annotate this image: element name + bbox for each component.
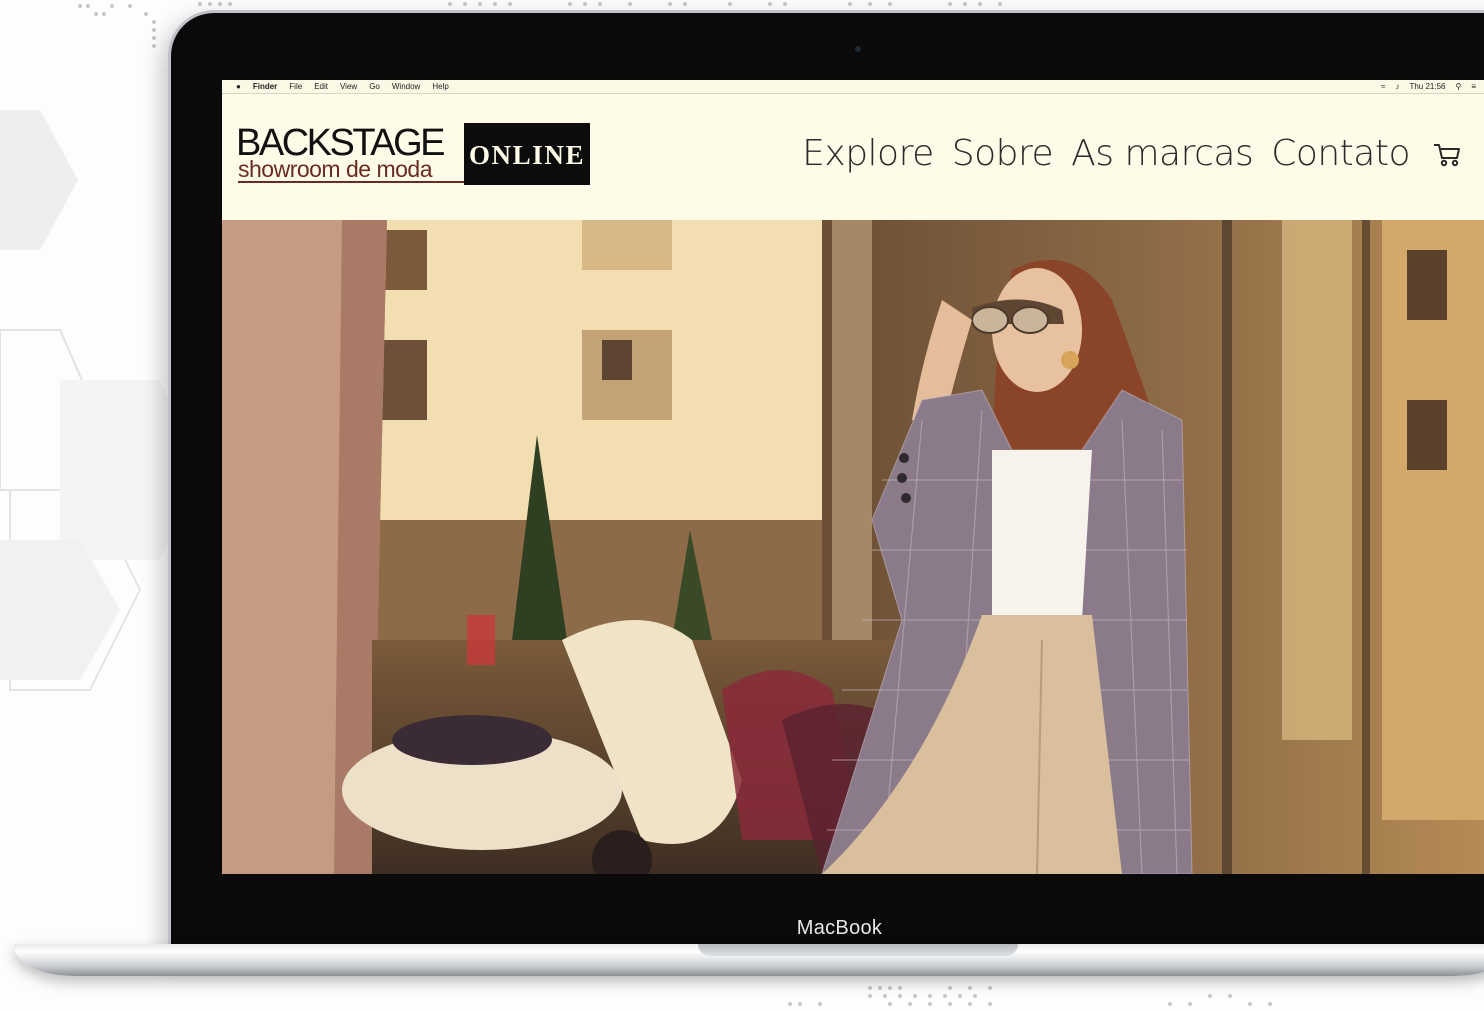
spotlight-search-icon[interactable]: ⚲ xyxy=(1455,82,1461,91)
laptop-opening-notch xyxy=(698,944,1018,956)
shopping-cart-icon[interactable] xyxy=(1432,139,1462,169)
camera-icon xyxy=(855,46,861,52)
logo-badge: ONLINE xyxy=(464,123,590,185)
nav-item-contato[interactable]: Contato xyxy=(1271,133,1410,174)
laptop-screen: ● Finder File Edit View Go Window Help ≈… xyxy=(222,80,1484,874)
volume-icon[interactable]: ♪ xyxy=(1395,82,1399,91)
nav-item-sobre[interactable]: Sobre xyxy=(952,133,1054,174)
menu-help[interactable]: Help xyxy=(432,82,448,91)
os-menubar: ● Finder File Edit View Go Window Help ≈… xyxy=(222,80,1484,94)
menu-view[interactable]: View xyxy=(340,82,357,91)
menu-go[interactable]: Go xyxy=(369,82,380,91)
hero-banner xyxy=(222,220,1484,874)
nav-item-explore[interactable]: Explore xyxy=(802,133,934,174)
nav-item-as-marcas[interactable]: As marcas xyxy=(1071,133,1254,174)
main-nav: Explore Sobre As marcas Contato xyxy=(802,133,1462,174)
menu-file[interactable]: File xyxy=(289,82,302,91)
menu-list-icon[interactable]: ≡ xyxy=(1471,82,1476,91)
menu-edit[interactable]: Edit xyxy=(314,82,328,91)
apple-icon[interactable]: ● xyxy=(236,82,241,91)
logo-underline xyxy=(238,181,464,183)
hero-image xyxy=(222,220,1484,874)
marketing-scene: MacBook ● Finder File Edit View Go Windo… xyxy=(0,0,1484,1010)
dot-pattern-bottom xyxy=(788,986,1272,1006)
site-header: BACKSTAGE showroom de moda ONLINE Explor… xyxy=(222,95,1484,219)
device-label: MacBook xyxy=(796,917,883,939)
menubar-clock[interactable]: Thu 21:56 xyxy=(1409,82,1445,91)
logo-tagline: showroom de moda xyxy=(238,156,433,182)
site-logo[interactable]: BACKSTAGE showroom de moda ONLINE xyxy=(236,123,592,187)
menu-window[interactable]: Window xyxy=(392,82,420,91)
wifi-icon[interactable]: ≈ xyxy=(1381,82,1385,91)
menubar-app-name[interactable]: Finder xyxy=(253,82,277,91)
